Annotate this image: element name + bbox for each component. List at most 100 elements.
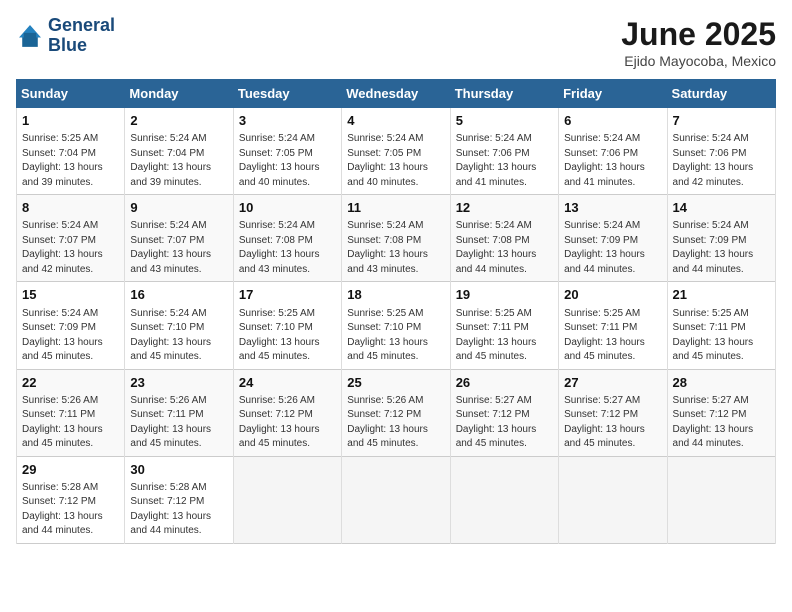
calendar-day-cell: 30Sunrise: 5:28 AM Sunset: 7:12 PM Dayli… [125,456,233,543]
day-info: Sunrise: 5:25 AM Sunset: 7:11 PM Dayligh… [673,307,770,365]
calendar-day-cell: 9 Sunrise: 5:24 AM Sunset: 7:07 PM Daylig… [125,195,233,282]
calendar-day-cell [667,456,775,543]
calendar-subtitle: Ejido Mayocoba, Mexico [621,53,776,69]
day-info: Sunrise: 5:24 AM Sunset: 7:06 PM Dayligh… [456,132,553,190]
calendar-week-row: 8Sunrise: 5:24 AM Sunset: 7:07 PM Daylig… [17,195,776,282]
logo-line2: Blue [48,36,115,56]
calendar-day-cell: 19 Sunrise: 5:25 AM Sunset: 7:11 PM Dayli… [450,282,558,369]
day-number: 28 [673,374,770,392]
day-number: 20 [564,286,661,304]
calendar-day-cell: 22 Sunrise: 5:26 AM Sunset: 7:11 PM Dayli… [17,369,125,456]
header-cell-tuesday: Tuesday [233,80,341,108]
calendar-day-cell: 18 Sunrise: 5:25 AM Sunset: 7:10 PM Dayli… [342,282,450,369]
day-number: 2 [130,112,227,130]
calendar-day-cell: 13 Sunrise: 5:24 AM Sunset: 7:09 PM Dayli… [559,195,667,282]
day-info: Sunrise: 5:28 AM Sunset: 7:12 PM Dayligh… [22,481,119,539]
day-number: 17 [239,286,336,304]
day-number: 22 [22,374,119,392]
day-info: Sunrise: 5:24 AM Sunset: 7:06 PM Dayligh… [564,132,661,190]
day-number: 5 [456,112,553,130]
logo-text: General Blue [48,16,115,56]
day-number: 16 [130,286,227,304]
day-number: 10 [239,199,336,217]
calendar-day-cell [233,456,341,543]
calendar-day-cell: 6 Sunrise: 5:24 AM Sunset: 7:06 PM Daylig… [559,108,667,195]
day-info: Sunrise: 5:25 AM Sunset: 7:10 PM Dayligh… [239,307,336,365]
header-cell-thursday: Thursday [450,80,558,108]
day-info: Sunrise: 5:26 AM Sunset: 7:12 PM Dayligh… [239,394,336,452]
calendar-day-cell: 29 Sunrise: 5:28 AM Sunset: 7:12 PM Dayli… [17,456,125,543]
day-number: 6 [564,112,661,130]
day-info: Sunrise: 5:24 AM Sunset: 7:08 PM Dayligh… [239,219,336,277]
calendar-day-cell: 10 Sunrise: 5:24 AM Sunset: 7:08 PM Dayli… [233,195,341,282]
day-number: 23 [130,374,227,392]
day-number: 29 [22,461,119,479]
day-info: Sunrise: 5:24 AM Sunset: 7:04 PM Dayligh… [130,132,227,190]
calendar-title: June 2025 [621,16,776,53]
calendar-day-cell: 4Sunrise: 5:24 AM Sunset: 7:05 PM Daylig… [342,108,450,195]
header-cell-sunday: Sunday [17,80,125,108]
day-info: Sunrise: 5:24 AM Sunset: 7:09 PM Dayligh… [673,219,770,277]
day-number: 4 [347,112,444,130]
day-info: Sunrise: 5:24 AM Sunset: 7:09 PM Dayligh… [22,307,119,365]
header: General Blue June 2025 Ejido Mayocoba, M… [16,16,776,69]
calendar-day-cell: 20 Sunrise: 5:25 AM Sunset: 7:11 PM Dayli… [559,282,667,369]
day-number: 26 [456,374,553,392]
day-info: Sunrise: 5:24 AM Sunset: 7:07 PM Dayligh… [22,219,119,277]
day-number: 12 [456,199,553,217]
calendar-week-row: 1 Sunrise: 5:25 AM Sunset: 7:04 PM Daylig… [17,108,776,195]
day-info: Sunrise: 5:26 AM Sunset: 7:11 PM Dayligh… [22,394,119,452]
day-number: 27 [564,374,661,392]
calendar-day-cell: 7 Sunrise: 5:24 AM Sunset: 7:06 PM Daylig… [667,108,775,195]
title-section: June 2025 Ejido Mayocoba, Mexico [621,16,776,69]
logo: General Blue [16,16,115,56]
logo-line1: General [48,16,115,36]
calendar-day-cell: 26 Sunrise: 5:27 AM Sunset: 7:12 PM Dayli… [450,369,558,456]
day-info: Sunrise: 5:24 AM Sunset: 7:09 PM Dayligh… [564,219,661,277]
day-info: Sunrise: 5:25 AM Sunset: 7:04 PM Dayligh… [22,132,119,190]
day-number: 14 [673,199,770,217]
day-info: Sunrise: 5:27 AM Sunset: 7:12 PM Dayligh… [564,394,661,452]
calendar-day-cell: 23 Sunrise: 5:26 AM Sunset: 7:11 PM Dayli… [125,369,233,456]
header-cell-wednesday: Wednesday [342,80,450,108]
calendar-week-row: 22 Sunrise: 5:26 AM Sunset: 7:11 PM Dayli… [17,369,776,456]
calendar-day-cell: 17 Sunrise: 5:25 AM Sunset: 7:10 PM Dayli… [233,282,341,369]
header-cell-friday: Friday [559,80,667,108]
calendar-day-cell [559,456,667,543]
day-info: Sunrise: 5:27 AM Sunset: 7:12 PM Dayligh… [673,394,770,452]
calendar-day-cell: 11 Sunrise: 5:24 AM Sunset: 7:08 PM Dayli… [342,195,450,282]
day-info: Sunrise: 5:25 AM Sunset: 7:11 PM Dayligh… [456,307,553,365]
day-number: 25 [347,374,444,392]
day-info: Sunrise: 5:26 AM Sunset: 7:11 PM Dayligh… [130,394,227,452]
calendar-day-cell: 2 Sunrise: 5:24 AM Sunset: 7:04 PM Daylig… [125,108,233,195]
day-number: 13 [564,199,661,217]
calendar-day-cell: 12 Sunrise: 5:24 AM Sunset: 7:08 PM Dayli… [450,195,558,282]
day-number: 7 [673,112,770,130]
day-number: 11 [347,199,444,217]
day-number: 9 [130,199,227,217]
day-number: 15 [22,286,119,304]
day-number: 1 [22,112,119,130]
calendar-day-cell: 16Sunrise: 5:24 AM Sunset: 7:10 PM Dayli… [125,282,233,369]
calendar-day-cell: 1 Sunrise: 5:25 AM Sunset: 7:04 PM Daylig… [17,108,125,195]
calendar-week-row: 15 Sunrise: 5:24 AM Sunset: 7:09 PM Dayli… [17,282,776,369]
calendar-header-row: SundayMondayTuesdayWednesdayThursdayFrid… [17,80,776,108]
day-info: Sunrise: 5:25 AM Sunset: 7:10 PM Dayligh… [347,307,444,365]
calendar-day-cell: 15 Sunrise: 5:24 AM Sunset: 7:09 PM Dayli… [17,282,125,369]
day-number: 21 [673,286,770,304]
calendar-day-cell: 27 Sunrise: 5:27 AM Sunset: 7:12 PM Dayli… [559,369,667,456]
day-info: Sunrise: 5:24 AM Sunset: 7:07 PM Dayligh… [130,219,227,277]
day-info: Sunrise: 5:24 AM Sunset: 7:08 PM Dayligh… [456,219,553,277]
day-info: Sunrise: 5:26 AM Sunset: 7:12 PM Dayligh… [347,394,444,452]
day-info: Sunrise: 5:24 AM Sunset: 7:08 PM Dayligh… [347,219,444,277]
calendar-day-cell: 21 Sunrise: 5:25 AM Sunset: 7:11 PM Dayli… [667,282,775,369]
day-number: 18 [347,286,444,304]
day-number: 19 [456,286,553,304]
day-info: Sunrise: 5:24 AM Sunset: 7:06 PM Dayligh… [673,132,770,190]
day-number: 24 [239,374,336,392]
calendar-day-cell: 25 Sunrise: 5:26 AM Sunset: 7:12 PM Dayli… [342,369,450,456]
calendar-day-cell [450,456,558,543]
day-info: Sunrise: 5:25 AM Sunset: 7:11 PM Dayligh… [564,307,661,365]
day-info: Sunrise: 5:27 AM Sunset: 7:12 PM Dayligh… [456,394,553,452]
calendar-day-cell: 5 Sunrise: 5:24 AM Sunset: 7:06 PM Daylig… [450,108,558,195]
